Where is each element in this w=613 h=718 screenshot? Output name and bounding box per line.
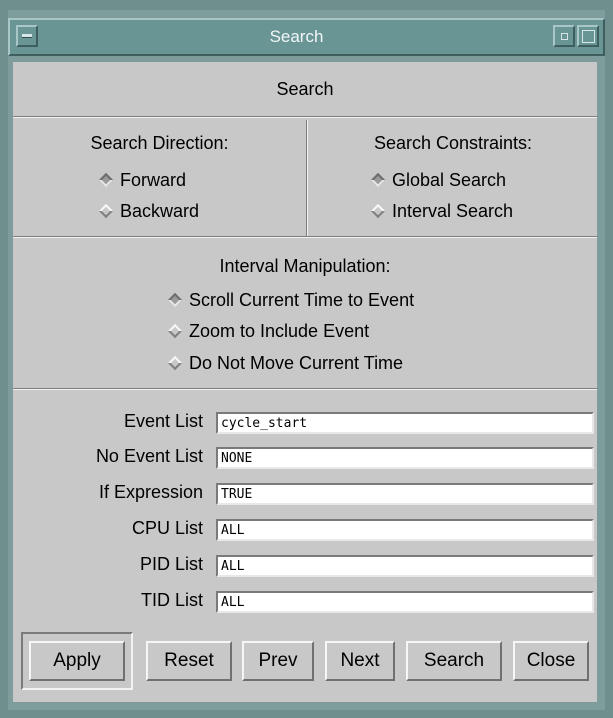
radio-indicator <box>167 323 183 339</box>
radio-label: Backward <box>120 200 200 221</box>
radio-label: Zoom to Include Event <box>189 320 370 341</box>
radio-zoom-to-include[interactable]: Zoom to Include Event <box>166 319 369 343</box>
separator <box>13 388 597 390</box>
event-list-label: Event List <box>123 411 203 431</box>
radio-label: Forward <box>120 169 187 190</box>
no-event-list-input[interactable] <box>216 447 594 469</box>
maximize-button[interactable] <box>577 25 599 47</box>
close-button[interactable]: Close <box>513 641 589 681</box>
search-button[interactable]: Search <box>406 641 502 681</box>
radio-global-search[interactable]: Global Search <box>369 168 506 192</box>
window-menu-icon <box>22 34 32 38</box>
radio-label: Do Not Move Current Time <box>189 352 404 373</box>
radio-label: Global Search <box>392 169 507 190</box>
reset-button[interactable]: Reset <box>146 641 232 681</box>
radio-indicator <box>167 355 183 371</box>
panel-heading: Search <box>276 79 334 99</box>
minimize-icon <box>561 33 568 40</box>
next-button[interactable]: Next <box>325 641 395 681</box>
radio-indicator <box>370 203 386 219</box>
search-direction-heading: Search Direction: <box>90 133 229 153</box>
radio-indicator <box>98 203 114 219</box>
radio-do-not-move[interactable]: Do Not Move Current Time <box>166 351 403 375</box>
interval-manipulation-heading: Interval Manipulation: <box>219 256 391 276</box>
tid-list-label: TID List <box>140 590 203 610</box>
no-event-list-label: No Event List <box>95 446 203 466</box>
radio-indicator-selected <box>370 172 386 188</box>
minimize-button[interactable] <box>553 25 575 47</box>
radio-label: Interval Search <box>392 200 514 221</box>
radio-forward[interactable]: Forward <box>97 168 186 192</box>
search-constraints-heading: Search Constraints: <box>373 133 533 153</box>
radio-indicator-selected <box>167 292 183 308</box>
radio-interval-search[interactable]: Interval Search <box>369 199 513 223</box>
radio-scroll-current-time[interactable]: Scroll Current Time to Event <box>166 288 414 312</box>
radio-label: Scroll Current Time to Event <box>189 289 415 310</box>
maximize-icon <box>582 30 595 43</box>
apply-button[interactable]: Apply <box>29 641 125 681</box>
vertical-separator <box>306 120 308 238</box>
search-dialog: Search Search Direction: Forward Backwar… <box>13 62 597 702</box>
if-expression-input[interactable] <box>216 483 594 505</box>
tid-list-input[interactable] <box>216 591 594 613</box>
window-title: Search <box>269 27 324 46</box>
separator <box>13 236 597 238</box>
radio-backward[interactable]: Backward <box>97 199 199 223</box>
window-menu-button[interactable] <box>16 25 38 47</box>
pid-list-input[interactable] <box>216 555 594 577</box>
cpu-list-input[interactable] <box>216 519 594 541</box>
if-expression-label: If Expression <box>98 482 203 502</box>
radio-indicator-selected <box>98 172 114 188</box>
event-list-input[interactable] <box>216 412 594 434</box>
prev-button[interactable]: Prev <box>242 641 314 681</box>
cpu-list-label: CPU List <box>131 518 203 538</box>
title-bar[interactable]: Search <box>8 18 605 56</box>
separator <box>13 116 597 118</box>
pid-list-label: PID List <box>139 554 203 574</box>
